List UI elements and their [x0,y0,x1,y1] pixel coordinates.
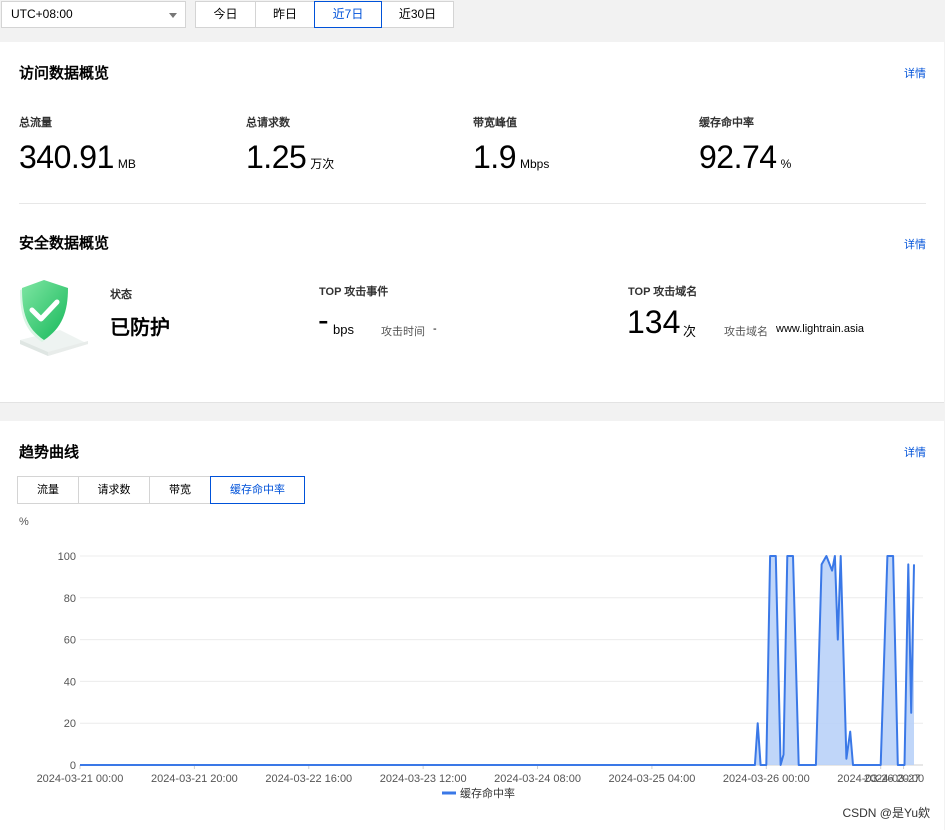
trend-metric-tabs: 流量 请求数 带宽 缓存命中率 [17,476,305,504]
metric-unit: MB [117,157,136,171]
section-divider [19,203,926,204]
metric-bandwidth-peak: 带宽峰值 1.9 Mbps [473,114,549,176]
overview-card: 访问数据概览 详情 总流量 340.91 MB 总请求数 1.25 万次 带宽峰值 … [0,42,944,403]
metric-total-requests: 总请求数 1.25 万次 [246,114,334,176]
y-axis-unit-label: % [19,516,29,528]
watermark: CSDN @是Yu欸 [842,806,930,820]
metric-unit: % [780,157,792,171]
top-attack-event-unit: bps [333,322,354,337]
x-tick-label: 2024-03-27 [864,773,920,785]
attack-domain-label: 攻击域名 [724,326,768,338]
metric-label: 总请求数 [246,117,290,129]
metric-label: 缓存命中率 [699,117,754,129]
x-tick-label: 2024-03-22 16:00 [265,773,352,785]
trend-detail-link[interactable]: 详情 [904,444,926,460]
cache-hit-rate-chart: % 0 20 40 60 80 100 2024-03-21 00:00 2024-03-21 … [19,516,924,800]
attack-domain-value: www.lightrain.asia [776,323,865,335]
tab-cache-hit-rate[interactable]: 缓存命中率 [210,476,305,504]
x-tick-label: 2024-03-24 08:00 [494,773,581,785]
x-tick-label: 2024-03-26 00:00 [723,773,810,785]
range-tab-30days[interactable]: 近30日 [381,1,454,28]
y-tick-label: 100 [58,551,76,563]
date-range-tabs: 今日 昨日 近7日 近30日 [195,1,454,28]
protection-status-label: 状态 [110,289,132,301]
range-tab-yesterday[interactable]: 昨日 [255,1,315,28]
legend-label: 缓存命中率 [460,786,515,800]
tab-bandwidth[interactable]: 带宽 [149,476,211,504]
y-tick-label: 40 [64,676,76,688]
top-attack-domain-unit: 次 [683,324,697,339]
timezone-value: UTC+08:00 [11,7,73,21]
metric-total-traffic: 总流量 340.91 MB [19,114,136,176]
y-tick-label: 60 [64,635,76,647]
top-attack-event-label: TOP 攻击事件 [319,286,389,298]
trend-card: 趋势曲线 详情 流量 请求数 带宽 缓存命中率 % 0 20 40 60 80 100 202… [0,421,944,830]
trend-title: 趋势曲线 [19,444,80,461]
y-tick-label: 0 [70,760,76,772]
shield-check-icon [20,280,88,356]
access-overview-title: 访问数据概览 [19,65,110,82]
tab-traffic[interactable]: 流量 [17,476,79,504]
x-tick-label: 2024-03-23 12:00 [380,773,467,785]
metric-value: 92.74 [699,139,777,175]
series-area [80,556,914,765]
security-detail-link[interactable]: 详情 [904,236,926,252]
attack-time-value: - [433,323,437,335]
timezone-select[interactable]: UTC+08:00 [1,1,186,28]
range-tab-7days[interactable]: 近7日 [314,1,382,28]
x-tick-label: 2024-03-21 20:00 [151,773,238,785]
top-attack-domain-label: TOP 攻击域名 [628,286,698,298]
security-overview-title: 安全数据概览 [19,235,110,252]
metric-unit: 万次 [310,157,335,171]
top-attack-domain-count: 134 [627,304,681,340]
metric-label: 总流量 [19,117,52,129]
y-tick-label: 20 [64,718,76,730]
y-tick-label: 80 [64,593,76,605]
metric-label: 带宽峰值 [473,117,517,129]
top-attack-event-value: - [318,302,329,338]
attack-time-label: 攻击时间 [381,326,425,338]
metric-value: 1.25 [246,139,307,175]
metric-value: 1.9 [473,139,516,175]
metric-value: 340.91 [19,139,114,175]
protection-status-value: 已防护 [110,317,170,339]
chevron-down-icon [169,13,177,18]
metric-unit: Mbps [519,157,550,171]
access-detail-link[interactable]: 详情 [904,65,926,81]
x-tick-label: 2024-03-25 04:00 [608,773,695,785]
tab-requests[interactable]: 请求数 [78,476,150,504]
x-tick-label: 2024-03-21 00:00 [37,773,124,785]
range-tab-today[interactable]: 今日 [195,1,256,28]
metric-cache-hit-rate: 缓存命中率 92.74% [699,114,791,176]
